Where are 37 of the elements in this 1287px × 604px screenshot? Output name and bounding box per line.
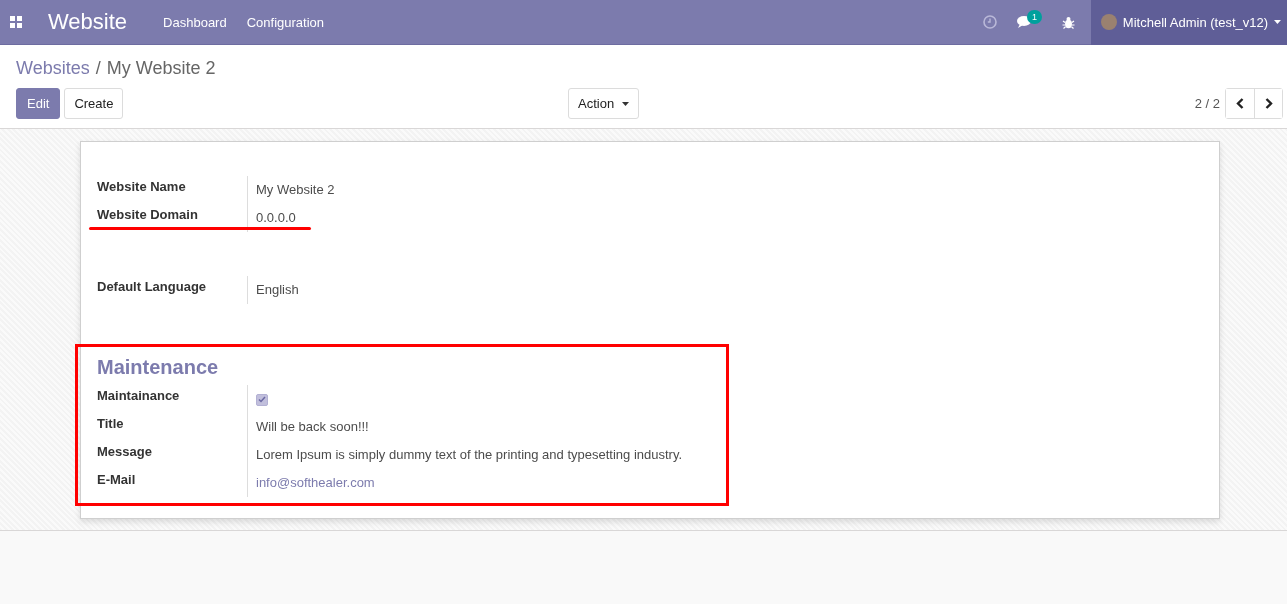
create-button[interactable]: Create [64, 88, 124, 119]
user-menu[interactable]: Mitchell Admin (test_v12) [1091, 0, 1287, 45]
edit-button[interactable]: Edit [16, 88, 61, 119]
user-name: Mitchell Admin (test_v12) [1122, 14, 1269, 30]
field-label: Default Language [97, 278, 208, 296]
avatar-icon [1101, 14, 1117, 30]
field-label: Title [97, 415, 125, 433]
field-label: E-Mail [97, 471, 137, 489]
menu-link[interactable]: Configuration [246, 14, 324, 30]
chevron-right-icon [1264, 98, 1273, 109]
field-value: English [256, 282, 299, 297]
chevron-left-icon [1236, 98, 1244, 109]
field-value: Lorem Ipsum is simply dummy text of the printing and typesetting industry. [256, 447, 683, 462]
email-link[interactable]: info@softhealer.com [256, 475, 375, 490]
menu-link[interactable]: Dashboard [163, 14, 227, 30]
clock-icon[interactable] [983, 15, 997, 29]
message-count-badge: 1 [1027, 10, 1042, 24]
checkbox[interactable] [256, 393, 268, 406]
field-value: Will be back soon!!! [256, 419, 369, 434]
field-label: Message [97, 443, 153, 461]
field-label: Website Domain [97, 206, 199, 224]
field-value: My Website 2 [256, 182, 335, 197]
action-dropdown[interactable]: Action [568, 88, 640, 119]
caret-icon [1274, 20, 1281, 24]
caret-icon [622, 101, 630, 106]
section-heading: Maintenance [97, 356, 220, 379]
app-title: Website [48, 9, 128, 35]
apps-menu-icon[interactable] [10, 16, 22, 28]
field-value: 0.0.0.0 [256, 210, 296, 225]
pager-value: 2 / 2 [1194, 96, 1220, 111]
field-label: Maintainance [97, 387, 181, 405]
field-label: Website Name [97, 178, 187, 196]
breadcrumb-current: My Website 2 [106, 58, 216, 79]
bug-icon[interactable] [1062, 15, 1075, 29]
next-button[interactable] [1254, 89, 1282, 118]
breadcrumb-separator: / [95, 58, 101, 79]
breadcrumb-link[interactable]: Websites [16, 58, 90, 79]
